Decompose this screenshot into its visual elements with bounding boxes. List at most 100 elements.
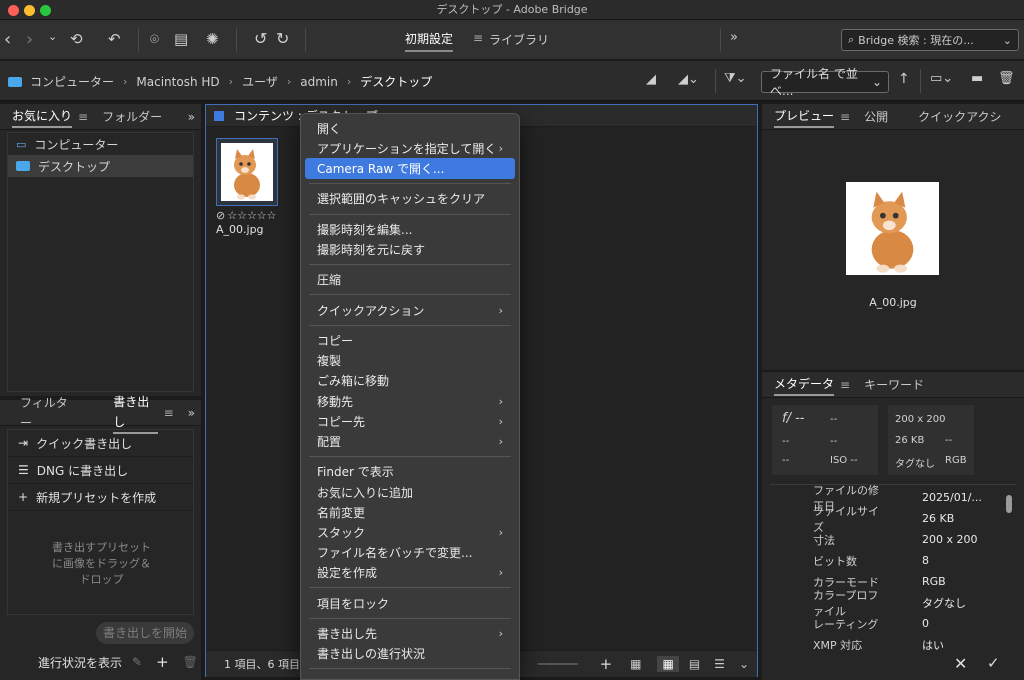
more-icon[interactable]: » xyxy=(188,406,195,420)
rotate-left-icon[interactable]: ↺ xyxy=(254,29,267,48)
rotate-right-icon[interactable]: ↻ xyxy=(276,29,289,48)
zoom-slider[interactable] xyxy=(537,663,578,665)
recent-history-icon[interactable]: ⟲ xyxy=(70,30,83,48)
list-icon: ☰ xyxy=(18,463,29,477)
show-progress-link[interactable]: 進行状況を表示 xyxy=(38,654,122,671)
list-item[interactable]: ☰ DNG に書き出し xyxy=(8,457,193,484)
menu-item[interactable]: お気に入りに追加 xyxy=(305,482,515,502)
menu-item[interactable]: 書き出しの進行状況 xyxy=(305,644,515,664)
forward-icon[interactable]: › xyxy=(26,29,33,50)
menu-item[interactable]: 撮影時刻を編集... xyxy=(305,219,515,239)
rotate-icon[interactable]: ✺ xyxy=(206,30,219,48)
menu-item[interactable]: 圧縮 xyxy=(305,270,515,290)
recent-folder-icon[interactable]: ▭⌄ xyxy=(930,71,953,86)
new-folder-icon[interactable]: ▬ xyxy=(971,71,983,86)
list-item[interactable]: + 新規プリセットを作成 xyxy=(8,484,193,511)
menu-icon[interactable]: ≡ xyxy=(840,110,850,124)
metadata-scrollbar[interactable] xyxy=(1006,495,1012,513)
list-item[interactable]: ⇥ クイック書き出し xyxy=(8,430,193,457)
menu-icon[interactable]: ≡ xyxy=(164,406,174,420)
camera-import-icon[interactable]: ⌾ xyxy=(150,30,159,48)
plus-icon[interactable]: + xyxy=(156,653,169,671)
menu-item[interactable]: 設定を作成 › xyxy=(305,563,515,583)
chevron-right-icon: › xyxy=(498,627,503,641)
chevron-down-icon[interactable]: ⌄ xyxy=(739,657,749,671)
list-item[interactable]: デスクトップ xyxy=(8,155,193,177)
tab-folders[interactable]: フォルダー xyxy=(102,107,162,127)
tab-favorites[interactable]: お気に入り xyxy=(12,106,73,128)
tab-export[interactable]: 書き出し xyxy=(113,392,158,434)
search-input[interactable]: Bridge 検索 : 現在の... xyxy=(858,32,974,48)
metadata-panel-tabs: メタデータ ≡ キーワード xyxy=(762,372,1024,398)
trash-icon[interactable]: 🗑 xyxy=(183,655,198,669)
menu-item[interactable]: 移動先 › xyxy=(305,391,515,411)
tab-keywords[interactable]: キーワード xyxy=(864,375,924,395)
tab-default-workspace[interactable]: 初期設定 xyxy=(405,28,454,52)
filter-icon[interactable]: ⧩⌄ xyxy=(724,71,747,86)
boomerang-icon[interactable]: ↶ xyxy=(108,30,121,48)
menu-item[interactable]: Finder で表示 xyxy=(305,462,515,482)
minimize-window-button[interactable] xyxy=(24,5,35,16)
quality-icon[interactable]: ◢ xyxy=(646,72,656,87)
trash-icon[interactable]: 🗑 xyxy=(998,71,1015,86)
tab-preview[interactable]: プレビュー xyxy=(774,106,835,128)
menu-item[interactable]: 選択範囲のキャッシュをクリア xyxy=(305,189,515,209)
breadcrumb-users[interactable]: ユーザ xyxy=(242,73,278,90)
tab-publish[interactable]: 公開 xyxy=(864,107,888,127)
menu-item[interactable]: 配置 › xyxy=(305,431,515,451)
breadcrumb-admin[interactable]: admin xyxy=(300,75,338,89)
close-window-button[interactable] xyxy=(8,5,19,16)
menu-item[interactable]: コピー xyxy=(305,330,515,350)
tab-metadata[interactable]: メタデータ xyxy=(774,374,835,396)
menu-item[interactable]: コピー先 › xyxy=(305,411,515,431)
more-workspaces-icon[interactable]: » xyxy=(730,30,738,45)
menu-item[interactable]: ファイル名をバッチで変更... xyxy=(305,543,515,563)
menu-item[interactable]: 撮影時刻を元に戻す xyxy=(305,239,515,259)
zoom-in-icon[interactable]: + xyxy=(600,655,613,673)
grid-lock-icon[interactable]: ▦ xyxy=(630,657,641,671)
chevron-down-icon[interactable]: ⌄ xyxy=(1003,34,1012,47)
menu-item[interactable]: クイックアクション › xyxy=(305,300,515,320)
menu-icon[interactable]: ≡ xyxy=(840,378,850,392)
thumbnail[interactable]: ⊘ ☆☆☆☆☆ A_00.jpg xyxy=(216,138,278,236)
menu-item[interactable]: Camera Raw で開く... xyxy=(305,158,515,179)
apply-icon[interactable]: ✓ xyxy=(987,654,1000,672)
menu-item[interactable]: ラベル› xyxy=(305,674,515,679)
tab-quick-actions[interactable]: クイックアクシ xyxy=(918,107,1001,127)
thumbnail-view-icon[interactable]: ▦ xyxy=(657,656,679,672)
breadcrumb-desktop[interactable]: デスクトップ xyxy=(360,73,432,90)
menu-item[interactable]: アプリケーションを指定して開く › xyxy=(305,138,515,158)
cancel-icon[interactable]: ✕ xyxy=(954,654,967,673)
breadcrumb-macintosh-hd[interactable]: Macintosh HD xyxy=(136,75,219,89)
list-view-icon[interactable]: ☰ xyxy=(714,657,725,671)
menu-item[interactable]: 名前変更 xyxy=(305,502,515,522)
start-export-button[interactable]: 書き出しを開始 xyxy=(96,622,194,644)
menu-icon[interactable]: ≡ xyxy=(78,110,88,124)
kitten-image xyxy=(221,143,273,201)
search-field[interactable]: ⌕ Bridge 検索 : 現在の... ⌄ xyxy=(841,29,1019,51)
list-item[interactable]: ▭ コンピューター xyxy=(8,133,193,155)
reject-icon[interactable]: ⊘ xyxy=(216,209,225,222)
breadcrumb-computer[interactable]: コンピューター xyxy=(30,73,114,90)
menu-item[interactable]: 項目をロック xyxy=(305,593,515,613)
menu-icon[interactable]: ≡ xyxy=(473,31,483,45)
sort-direction-icon[interactable]: ↑ xyxy=(898,71,910,87)
menu-item[interactable]: 開く xyxy=(305,118,515,138)
refine-icon[interactable]: ▤ xyxy=(174,30,188,48)
detail-view-icon[interactable]: ▤ xyxy=(689,657,700,671)
sort-dropdown[interactable]: ファイル名 で並べ... ⌄ xyxy=(761,67,889,98)
tab-library-workspace[interactable]: ライブラリ xyxy=(489,29,549,51)
menu-item[interactable]: スタック › xyxy=(305,522,515,542)
more-icon[interactable]: » xyxy=(188,110,195,124)
chevron-down-icon[interactable]: ⌄ xyxy=(48,30,57,43)
rating-filter-icon[interactable]: ◢⌄ xyxy=(678,72,699,87)
menu-item[interactable]: ごみ箱に移動 xyxy=(305,371,515,391)
menu-item[interactable]: 書き出し先 › xyxy=(305,623,515,643)
thumbnail-frame[interactable] xyxy=(216,138,278,206)
back-icon[interactable]: ‹ xyxy=(4,29,11,50)
edit-icon[interactable]: ✎ xyxy=(132,655,142,669)
menu-item[interactable]: 複製 xyxy=(305,351,515,371)
zoom-window-button[interactable] xyxy=(40,5,51,16)
tab-filter[interactable]: フィルター xyxy=(20,393,75,433)
rating-stars[interactable]: ⊘ ☆☆☆☆☆ xyxy=(216,209,278,222)
